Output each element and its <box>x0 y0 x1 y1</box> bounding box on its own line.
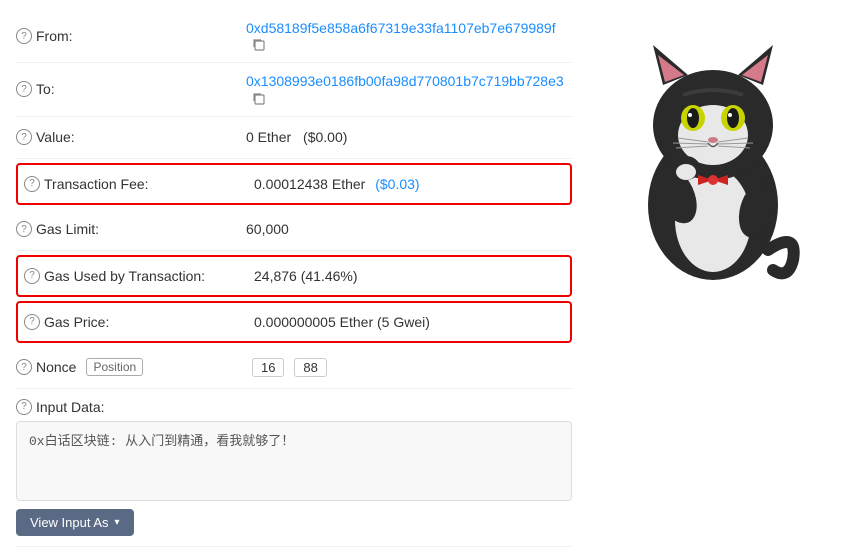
txfee-usd: ($0.03) <box>375 176 419 192</box>
gas-price-row: ? Gas Price: 0.000000005 Ether (5 Gwei) <box>16 301 572 343</box>
value-amount: 0 Ether <box>246 129 291 145</box>
transaction-fee-row: ? Transaction Fee: 0.00012438 Ether ($0.… <box>16 163 572 205</box>
value-usd: ($0.00) <box>303 129 347 145</box>
from-help-icon[interactable]: ? <box>16 28 32 44</box>
gas-limit-help-icon[interactable]: ? <box>16 221 32 237</box>
gas-price-label: Gas Price: <box>44 314 109 330</box>
value-help-icon[interactable]: ? <box>16 129 32 145</box>
view-input-button-label: View Input As <box>30 515 109 530</box>
view-input-button[interactable]: View Input As ▾ <box>16 509 134 536</box>
to-copy-icon[interactable] <box>252 92 266 106</box>
to-help-icon[interactable]: ? <box>16 81 32 97</box>
input-data-content: 0x白话区块链: 从入门到精通，看我就够了！ <box>16 421 572 501</box>
gas-price-help-icon[interactable]: ? <box>24 314 40 330</box>
gas-used-help-icon[interactable]: ? <box>24 268 40 284</box>
from-row: ? From: 0xd58189f5e858a6f67319e33fa1107e… <box>16 10 572 63</box>
nonce-value1: 16 <box>252 358 284 377</box>
gas-used-row: ? Gas Used by Transaction: 24,876 (41.46… <box>16 255 572 297</box>
from-copy-icon[interactable] <box>252 38 266 52</box>
txfee-amount: 0.00012438 Ether <box>254 176 365 192</box>
to-row: ? To: 0x1308993e0186fb00fa98d770801b7c71… <box>16 63 572 116</box>
gas-limit-value: 60,000 <box>246 221 289 237</box>
value-label: Value: <box>36 129 75 145</box>
nonce-help-icon[interactable]: ? <box>16 359 32 375</box>
input-data-row: ? Input Data: 0x白话区块链: 从入门到精通，看我就够了！ Vie… <box>16 389 572 547</box>
from-label: From: <box>36 28 73 44</box>
gas-limit-row: ? Gas Limit: 60,000 <box>16 209 572 251</box>
input-data-help-icon[interactable]: ? <box>16 399 32 415</box>
txfee-label: Transaction Fee: <box>44 176 149 192</box>
gas-price-value: 0.000000005 Ether (5 Gwei) <box>254 314 430 330</box>
cat-illustration-panel <box>588 10 848 547</box>
to-address-link[interactable]: 0x1308993e0186fb00fa98d770801b7c719bb728… <box>246 73 564 89</box>
value-row: ? Value: 0 Ether ($0.00) <box>16 117 572 159</box>
nonce-row: ? Nonce Position 16 88 <box>16 347 572 389</box>
nonce-label: Nonce <box>36 359 76 375</box>
nonce-position-badge: Position <box>86 358 143 376</box>
nonce-value2: 88 <box>294 358 326 377</box>
txfee-help-icon[interactable]: ? <box>24 176 40 192</box>
gas-limit-label: Gas Limit: <box>36 221 99 237</box>
input-data-label: Input Data: <box>36 399 105 415</box>
from-address-link[interactable]: 0xd58189f5e858a6f67319e33fa1107eb7e67998… <box>246 20 556 36</box>
cat-illustration <box>608 10 828 290</box>
gas-used-value: 24,876 (41.46%) <box>254 268 358 284</box>
to-label: To: <box>36 81 55 97</box>
chevron-down-icon: ▾ <box>115 517 120 528</box>
cat-svg <box>608 10 818 290</box>
gas-used-label: Gas Used by Transaction: <box>44 268 205 284</box>
